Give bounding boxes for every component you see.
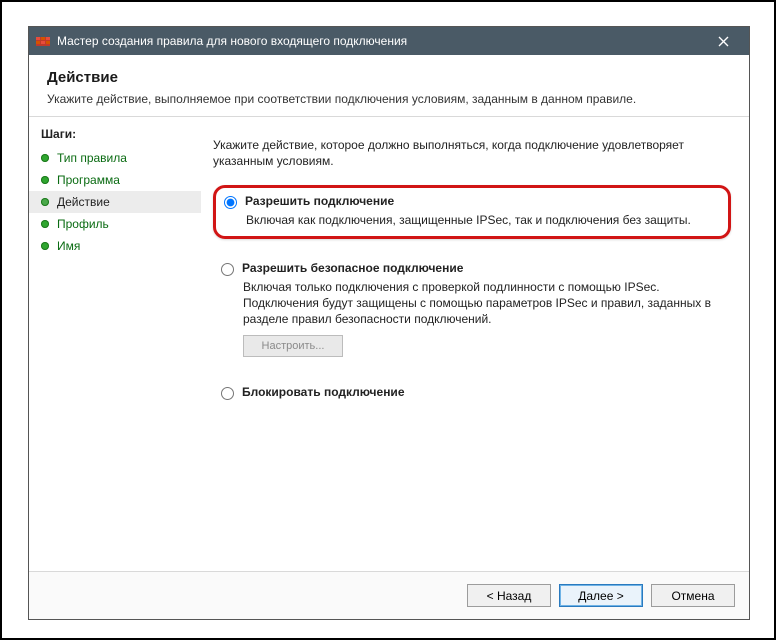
bullet-icon bbox=[41, 154, 49, 162]
wizard-body: Шаги: Тип правила Программа Действие Про… bbox=[29, 117, 749, 571]
step-action[interactable]: Действие bbox=[29, 191, 201, 213]
cancel-button[interactable]: Отмена bbox=[651, 584, 735, 607]
option-label: Разрешить безопасное подключение bbox=[242, 261, 463, 277]
step-program[interactable]: Программа bbox=[29, 169, 201, 191]
option-description: Включая только подключения с проверкой п… bbox=[243, 279, 721, 328]
option-label: Разрешить подключение bbox=[245, 194, 394, 210]
bullet-icon bbox=[41, 198, 49, 206]
step-label: Программа bbox=[57, 173, 120, 187]
steps-sidebar: Шаги: Тип правила Программа Действие Про… bbox=[29, 117, 201, 571]
bullet-icon bbox=[41, 220, 49, 228]
main-panel: Укажите действие, которое должно выполня… bbox=[201, 117, 749, 571]
option-label: Блокировать подключение bbox=[242, 385, 405, 401]
instruction-text: Укажите действие, которое должно выполня… bbox=[213, 137, 731, 169]
step-profile[interactable]: Профиль bbox=[29, 213, 201, 235]
step-label: Имя bbox=[57, 239, 80, 253]
option-description: Включая как подключения, защищенные IPSe… bbox=[246, 212, 718, 228]
wizard-footer: < Назад Далее > Отмена bbox=[29, 571, 749, 619]
configure-button: Настроить... bbox=[243, 335, 343, 357]
wizard-header: Действие Укажите действие, выполняемое п… bbox=[29, 55, 749, 117]
steps-header: Шаги: bbox=[29, 127, 201, 147]
step-label: Профиль bbox=[57, 217, 109, 231]
titlebar[interactable]: Мастер создания правила для нового входя… bbox=[29, 27, 749, 55]
option-allow-secure[interactable]: Разрешить безопасное подключение Включая… bbox=[213, 257, 731, 363]
step-name[interactable]: Имя bbox=[29, 235, 201, 257]
bullet-icon bbox=[41, 242, 49, 250]
page-subtitle: Укажите действие, выполняемое при соотве… bbox=[47, 92, 731, 106]
page-title: Действие bbox=[47, 69, 731, 86]
wizard-window: Мастер создания правила для нового входя… bbox=[28, 26, 750, 620]
option-block-connection[interactable]: Блокировать подключение bbox=[213, 381, 731, 407]
option-allow-connection[interactable]: Разрешить подключение Включая как подклю… bbox=[213, 185, 731, 239]
firewall-icon bbox=[35, 33, 51, 49]
bullet-icon bbox=[41, 176, 49, 184]
next-button[interactable]: Далее > bbox=[559, 584, 643, 607]
step-label: Действие bbox=[57, 195, 110, 209]
action-options: Разрешить подключение Включая как подклю… bbox=[213, 185, 731, 407]
close-icon bbox=[718, 36, 729, 47]
step-rule-type[interactable]: Тип правила bbox=[29, 147, 201, 169]
radio-allow-secure[interactable] bbox=[221, 263, 234, 276]
radio-allow[interactable] bbox=[224, 196, 237, 209]
close-button[interactable] bbox=[703, 27, 743, 55]
radio-block[interactable] bbox=[221, 387, 234, 400]
step-label: Тип правила bbox=[57, 151, 127, 165]
back-button[interactable]: < Назад bbox=[467, 584, 551, 607]
window-title: Мастер создания правила для нового входя… bbox=[57, 34, 703, 48]
